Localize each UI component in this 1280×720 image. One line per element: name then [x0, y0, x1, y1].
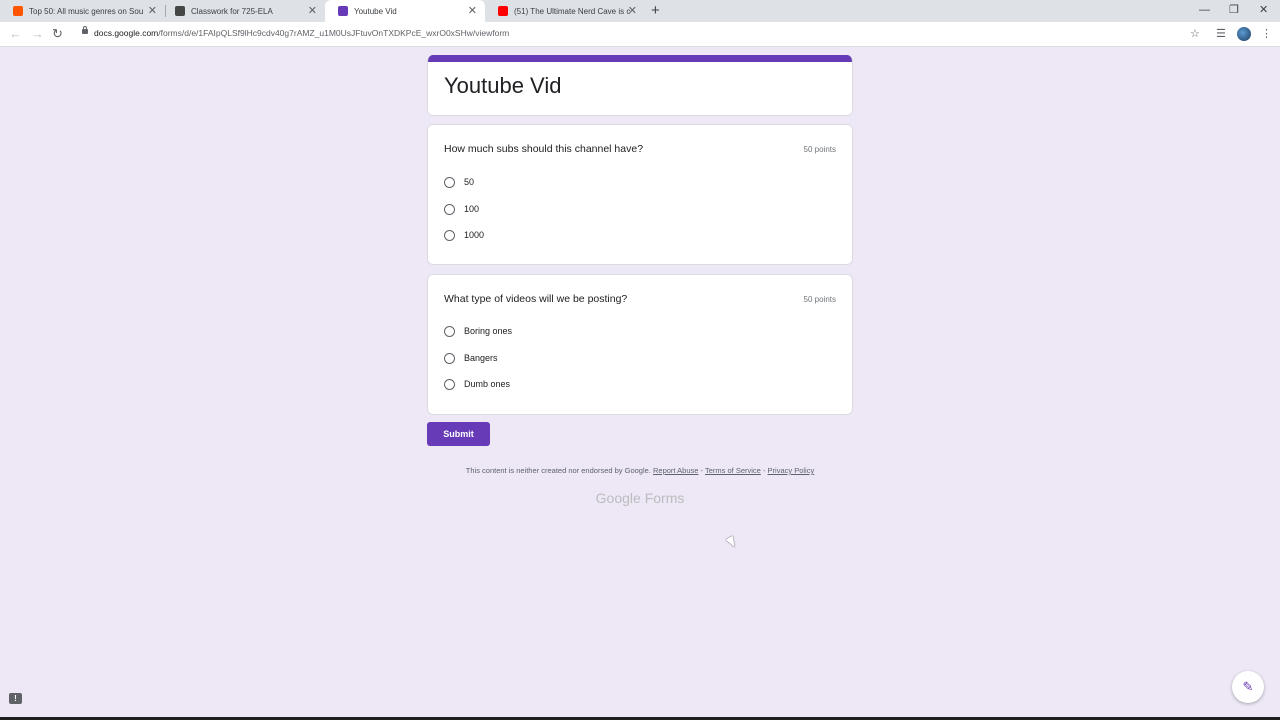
- bookmark-star-icon[interactable]: ☆: [1190, 25, 1200, 43]
- logo-forms: Forms: [644, 490, 685, 506]
- address-bar[interactable]: docs.google.com/forms/d/e/1FAIpQLSf9lHc9…: [74, 25, 1212, 43]
- browser-toolbar: ← → ↻ docs.google.com/forms/d/e/1FAIpQLS…: [0, 22, 1280, 47]
- footer-disclaimer: This content is neither created nor endo…: [427, 466, 853, 475]
- radio-button[interactable]: [444, 325, 455, 337]
- radio-option[interactable]: 50: [444, 175, 474, 189]
- mouse-cursor-icon: [725, 535, 739, 550]
- submit-button[interactable]: Submit: [427, 422, 490, 446]
- youtube-icon: [498, 6, 508, 16]
- url-path: /forms/d/e/1FAIpQLSf9lHc9cdv40g7rAMZ_u1M…: [158, 28, 510, 38]
- tab-strip: Top 50: All music genres on Sou ✕ Classw…: [0, 0, 1280, 22]
- minimize-icon[interactable]: —: [1199, 2, 1210, 18]
- terms-link[interactable]: Terms of Service: [705, 466, 761, 475]
- form-header-card: Youtube Vid: [427, 55, 853, 116]
- option-label: Bangers: [464, 353, 498, 363]
- radio-button[interactable]: [444, 176, 455, 188]
- restore-icon[interactable]: ❐: [1229, 2, 1239, 18]
- separator: -: [700, 466, 704, 475]
- logo-google: Google: [595, 490, 641, 506]
- radio-button[interactable]: [444, 352, 455, 364]
- close-icon[interactable]: ✕: [468, 4, 477, 18]
- radio-option[interactable]: 100: [444, 202, 479, 216]
- form-title: Youtube Vid: [444, 73, 562, 98]
- form-accent-bar: [428, 55, 852, 62]
- profile-avatar[interactable]: [1237, 27, 1251, 41]
- back-icon[interactable]: ←: [9, 25, 22, 43]
- close-icon[interactable]: ✕: [308, 4, 317, 18]
- radio-option[interactable]: 1000: [444, 228, 484, 242]
- option-label: 50: [464, 177, 475, 187]
- question-title: How much subs should this channel have?: [444, 143, 644, 155]
- menu-icon[interactable]: ⋮: [1261, 25, 1272, 43]
- disclaimer-text: This content is neither created nor endo…: [465, 466, 651, 475]
- radio-option[interactable]: Boring ones: [444, 324, 512, 338]
- tab-youtube[interactable]: (51) The Ultimate Nerd Cave is c ✕: [485, 0, 645, 22]
- question-points: 50 points: [803, 295, 836, 304]
- option-label: Dumb ones: [464, 379, 511, 389]
- new-tab-icon[interactable]: +: [651, 2, 660, 20]
- option-label: 1000: [464, 230, 485, 240]
- tab-classroom[interactable]: Classwork for 725-ELA ✕: [162, 0, 325, 22]
- close-icon[interactable]: ✕: [628, 4, 637, 18]
- option-label: Boring ones: [464, 326, 513, 336]
- classroom-icon: [175, 6, 185, 16]
- question-card: How much subs should this channel have? …: [427, 124, 853, 265]
- tab-title: (51) The Ultimate Nerd Cave is c: [514, 6, 631, 16]
- radio-button[interactable]: [444, 378, 455, 390]
- reload-icon[interactable]: ↻: [52, 25, 63, 43]
- tab-title: Top 50: All music genres on Sou: [29, 6, 144, 16]
- media-queue-icon[interactable]: ☰: [1216, 25, 1226, 43]
- radio-option[interactable]: Dumb ones: [444, 377, 510, 391]
- tab-soundcloud[interactable]: Top 50: All music genres on Sou ✕: [0, 0, 165, 22]
- tab-youtube-vid[interactable]: Youtube Vid ✕: [325, 0, 485, 22]
- question-points: 50 points: [803, 145, 836, 154]
- report-icon[interactable]: !: [9, 693, 22, 704]
- option-label: 100: [464, 204, 480, 214]
- google-forms-logo[interactable]: Google Forms: [427, 490, 853, 506]
- radio-button[interactable]: [444, 229, 455, 241]
- separator: -: [762, 466, 766, 475]
- radio-option[interactable]: Bangers: [444, 351, 498, 365]
- url-domain: docs.google.com: [94, 28, 159, 38]
- window-close-icon[interactable]: ✕: [1259, 2, 1268, 18]
- forms-icon: [338, 6, 348, 16]
- privacy-link[interactable]: Privacy Policy: [768, 466, 815, 475]
- report-abuse-link[interactable]: Report Abuse: [653, 466, 698, 475]
- edit-pencil-icon[interactable]: ✎: [1232, 671, 1264, 703]
- url-text: docs.google.com/forms/d/e/1FAIpQLSf9lHc9…: [94, 28, 509, 38]
- forward-icon[interactable]: →: [31, 25, 44, 43]
- question-card: What type of videos will we be posting? …: [427, 274, 853, 415]
- question-title: What type of videos will we be posting?: [444, 293, 628, 305]
- soundcloud-icon: [13, 6, 23, 16]
- tab-title: Youtube Vid: [354, 6, 397, 16]
- close-icon[interactable]: ✕: [148, 4, 157, 18]
- radio-button[interactable]: [444, 203, 455, 215]
- lock-icon: [82, 26, 88, 34]
- tab-title: Classwork for 725-ELA: [191, 6, 273, 16]
